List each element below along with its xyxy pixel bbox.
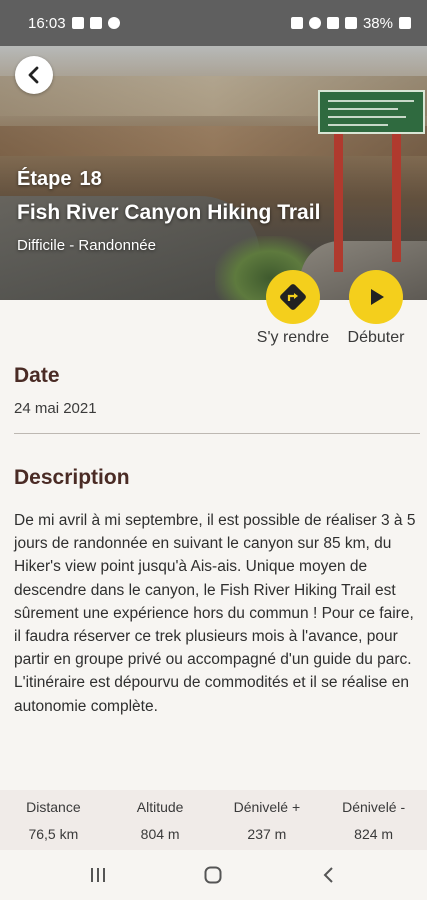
- stat-elevation-gain: Dénivelé + 237 m: [214, 790, 321, 850]
- directions-icon: [280, 284, 306, 310]
- signal-icon: [344, 17, 357, 29]
- stat-value: 804 m: [140, 826, 180, 842]
- start-button[interactable]: Débuter: [331, 270, 421, 347]
- trail-title: Fish River Canyon Hiking Trail: [17, 201, 321, 224]
- recent-apps-icon: [90, 868, 105, 882]
- stat-value: 237 m: [247, 826, 287, 842]
- calendar-icon: [89, 17, 102, 29]
- start-label: Débuter: [347, 329, 405, 346]
- stage-number: 18: [79, 168, 102, 190]
- description-heading: Description: [14, 466, 130, 489]
- battery-icon: [399, 17, 411, 29]
- stat-elevation-loss: Dénivelé - 824 m: [320, 790, 427, 850]
- directions-button[interactable]: S'y rendre: [248, 270, 338, 347]
- stage-heading: Étape 18: [17, 168, 320, 191]
- status-bar: 16:03 38%: [0, 0, 427, 46]
- date-value: 24 mai 2021: [14, 400, 97, 417]
- stat-distance: Distance 76,5 km: [0, 790, 107, 850]
- location-icon: [308, 17, 321, 29]
- description-text: De mi avril à mi septembre, il est possi…: [14, 512, 416, 715]
- directions-label: S'y rendre: [256, 329, 330, 346]
- back-button[interactable]: [15, 56, 53, 94]
- system-nav-bar: [0, 850, 427, 900]
- divider: [14, 433, 420, 434]
- battery-percent: 38%: [362, 14, 393, 32]
- alarm-icon: [290, 17, 303, 29]
- gallery-icon: [71, 17, 84, 29]
- stat-label: Altitude: [136, 799, 184, 815]
- trail-sign: [318, 90, 425, 134]
- directions-icon-circle[interactable]: [266, 270, 320, 324]
- hero-image: Étape 18 Fish River Canyon Hiking Trail D…: [0, 46, 427, 300]
- wifi-icon: [326, 17, 339, 29]
- status-time: 16:03: [28, 14, 66, 32]
- home-button[interactable]: [193, 860, 233, 890]
- detail-content: Date 24 mai 2021 Description De mi avril…: [0, 300, 427, 790]
- hero-text: Étape 18 Fish River Canyon Hiking Trail D…: [17, 168, 320, 254]
- stat-label: Distance: [26, 799, 81, 815]
- sign-post: [392, 132, 401, 262]
- play-icon-circle[interactable]: [349, 270, 403, 324]
- facebook-icon: [107, 17, 120, 29]
- home-icon: [204, 866, 222, 884]
- stage-label: Étape: [17, 168, 72, 190]
- stat-value: 76,5 km: [28, 826, 79, 842]
- stat-label: Dénivelé +: [233, 799, 301, 815]
- date-heading: Date: [14, 364, 60, 387]
- chevron-left-icon: [28, 66, 39, 84]
- stat-altitude: Altitude 804 m: [107, 790, 214, 850]
- back-icon: [323, 867, 333, 883]
- play-icon: [371, 289, 384, 305]
- stat-value: 824 m: [354, 826, 394, 842]
- back-nav-button[interactable]: [309, 860, 349, 890]
- stat-label: Dénivelé -: [342, 799, 406, 815]
- recent-apps-button[interactable]: [78, 860, 118, 890]
- sign-post: [334, 132, 343, 272]
- trail-stats: Distance 76,5 km Altitude 804 m Dénivelé…: [0, 790, 427, 850]
- trail-subtitle: Difficile - Randonnée: [17, 237, 156, 254]
